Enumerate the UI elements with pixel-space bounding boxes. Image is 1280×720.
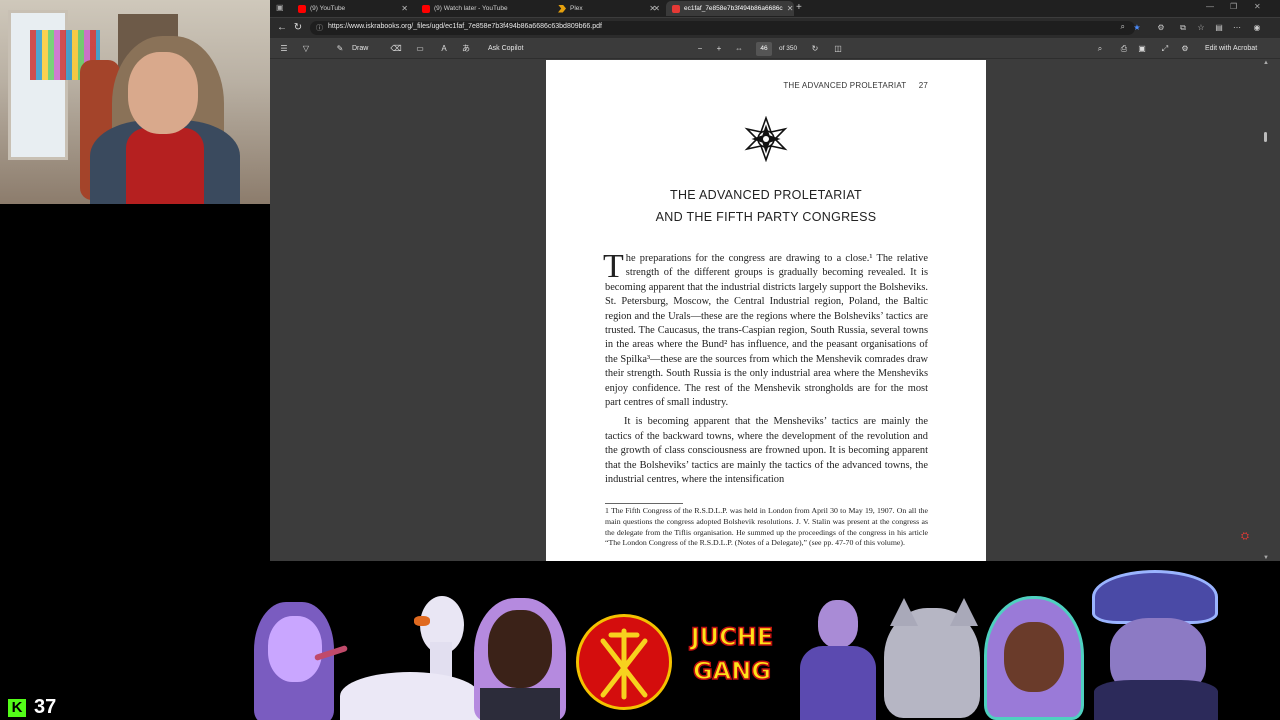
portrait-sticker bbox=[790, 596, 882, 720]
paragraph-text: he preparations for the congress are dra… bbox=[605, 253, 928, 409]
draw-button[interactable]: Draw bbox=[352, 43, 368, 55]
rotate-icon[interactable]: ↻ bbox=[809, 43, 821, 55]
pdf-viewer: THE ADVANCED PROLETARIAT 27 THE ADVANCED… bbox=[270, 60, 1280, 561]
hammer-sickle-brush-logo bbox=[576, 614, 672, 710]
zoom-icon[interactable]: ⌕ bbox=[1121, 22, 1125, 32]
close-window-icon[interactable]: ✕ bbox=[1254, 2, 1261, 11]
juche-gang-sticker: JUCHE GANG bbox=[682, 620, 782, 704]
tab-bar: ▣ (9) YouTube ✕ (9) Watch later - YouTub… bbox=[270, 0, 1280, 17]
translate-icon[interactable]: あ bbox=[460, 43, 472, 55]
title-line: THE ADVANCED PROLETARIAT bbox=[670, 188, 862, 202]
viewer-count: 37 bbox=[34, 696, 57, 718]
translate-icon[interactable]: ⧉ bbox=[1178, 23, 1188, 33]
url-text: https://www.iskrabooks.org/_files/ugd/ec… bbox=[328, 23, 602, 30]
zoom-out-button[interactable]: − bbox=[694, 43, 706, 55]
fullscreen-icon[interactable]: ⤢ bbox=[1159, 43, 1171, 55]
zoom-in-button[interactable]: + bbox=[713, 43, 725, 55]
tab-label: (9) YouTube bbox=[310, 5, 346, 12]
page-view-icon[interactable]: ◫ bbox=[832, 43, 844, 55]
copilot-icon[interactable]: ◉ bbox=[1252, 23, 1262, 33]
kick-logo-icon: K bbox=[8, 698, 26, 717]
draw-icon[interactable]: ✎ bbox=[334, 43, 346, 55]
new-tab-button[interactable]: + bbox=[796, 2, 802, 13]
tab-actions-icon[interactable]: ▣ bbox=[276, 3, 286, 13]
acrobat-icon[interactable]: ⛭ bbox=[1241, 531, 1253, 543]
portrait-sticker bbox=[1086, 568, 1226, 720]
paragraph: It is becoming apparent that the Menshev… bbox=[605, 416, 928, 486]
settings-icon[interactable]: ⚙ bbox=[1179, 43, 1191, 55]
eraser-icon[interactable]: ⌫ bbox=[390, 43, 402, 55]
drop-cap: T bbox=[603, 248, 624, 285]
youtube-icon bbox=[298, 4, 306, 13]
scroll-up-icon[interactable]: ▲ bbox=[1263, 60, 1269, 66]
collections-icon[interactable]: ▤ bbox=[1214, 23, 1224, 33]
search-icon[interactable]: ⌕ bbox=[1094, 43, 1106, 55]
read-aloud-icon[interactable]: A bbox=[438, 43, 450, 55]
extensions-icon[interactable]: ⚙ bbox=[1156, 23, 1166, 33]
pdf-page: THE ADVANCED PROLETARIAT 27 THE ADVANCED… bbox=[546, 60, 986, 561]
running-head: THE ADVANCED PROLETARIAT 27 bbox=[783, 81, 928, 90]
ask-copilot-button[interactable]: Ask Copilot bbox=[488, 43, 523, 55]
tab-plex[interactable]: Plex ✕ bbox=[552, 1, 666, 16]
close-icon[interactable]: ✕ bbox=[787, 4, 794, 13]
tab-pdf[interactable]: ec1faf_7e858e7b3f494b86a6686c ✕ bbox=[666, 1, 794, 16]
fit-page-icon[interactable]: ⇔ bbox=[733, 43, 745, 55]
address-bar[interactable]: ⓘ https://www.iskrabooks.org/_files/ugd/… bbox=[310, 21, 1135, 35]
pdf-icon bbox=[672, 4, 680, 13]
sticker-line: GANG bbox=[692, 656, 772, 686]
footnote-rule bbox=[605, 503, 683, 504]
save-icon[interactable]: ▣ bbox=[1136, 43, 1148, 55]
body-text: The preparations for the congress are dr… bbox=[603, 248, 928, 493]
browser-window: ▣ (9) YouTube ✕ (9) Watch later - YouTub… bbox=[270, 0, 1280, 561]
chapter-title: THE ADVANCED PROLETARIAT AND THE FIFTH P… bbox=[546, 184, 986, 228]
favorite-star-icon[interactable]: ★ bbox=[1132, 23, 1142, 33]
menu-icon[interactable]: ⋯ bbox=[1232, 23, 1242, 33]
pdf-toolbar: ☰ ▽ ✎ Draw ⌫ ▭ A あ Ask Copilot − + ⇔ 46 … bbox=[270, 39, 1280, 59]
star-ornament-icon bbox=[744, 116, 788, 162]
viewer-counter: K 37 bbox=[8, 696, 56, 719]
tab-youtube[interactable]: (9) YouTube ✕ bbox=[292, 1, 414, 16]
maximize-icon[interactable]: ❐ bbox=[1230, 2, 1237, 11]
tab-label: ec1faf_7e858e7b3f494b86a6686c bbox=[684, 5, 783, 12]
page-number: 27 bbox=[918, 81, 928, 90]
back-icon[interactable]: ← bbox=[276, 22, 288, 34]
webcam-person-shirt bbox=[126, 128, 204, 204]
page-number-input[interactable]: 46 bbox=[756, 42, 772, 56]
minimize-icon[interactable]: — bbox=[1206, 2, 1214, 11]
portrait-sticker bbox=[980, 594, 1090, 720]
title-line: AND THE FIFTH PARTY CONGRESS bbox=[655, 210, 877, 224]
webcam-person-face bbox=[128, 52, 198, 134]
scrollbar-thumb[interactable] bbox=[1264, 132, 1267, 142]
sticker-line: JUCHE bbox=[690, 622, 774, 652]
paragraph: The preparations for the congress are dr… bbox=[603, 248, 928, 410]
close-icon[interactable]: ✕ bbox=[653, 4, 660, 13]
hammer-sickle-brush-icon bbox=[600, 628, 648, 700]
webcam-feed bbox=[0, 0, 270, 204]
portrait-sticker bbox=[470, 596, 570, 720]
goose-sticker bbox=[330, 592, 490, 720]
cat-sticker bbox=[870, 598, 990, 720]
youtube-icon bbox=[422, 4, 430, 13]
plex-icon bbox=[558, 4, 566, 13]
close-icon[interactable]: ✕ bbox=[401, 4, 408, 13]
site-info-icon[interactable]: ⓘ bbox=[316, 23, 323, 33]
edit-with-acrobat-button[interactable]: Edit with Acrobat bbox=[1205, 43, 1257, 55]
reload-icon[interactable]: ↻ bbox=[292, 22, 304, 34]
highlight-icon[interactable]: ▽ bbox=[300, 43, 312, 55]
address-bar-row: ← ↻ ⓘ https://www.iskrabooks.org/_files/… bbox=[270, 18, 1280, 38]
tab-label: Plex bbox=[570, 5, 583, 12]
contents-icon[interactable]: ☰ bbox=[278, 43, 290, 55]
footnote: 1 The Fifth Congress of the R.S.D.L.P. w… bbox=[605, 506, 928, 548]
running-head-title: THE ADVANCED PROLETARIAT bbox=[783, 81, 907, 90]
page-count: of 350 bbox=[779, 45, 798, 52]
add-text-icon[interactable]: ▭ bbox=[414, 43, 426, 55]
print-icon[interactable]: ⎙ bbox=[1118, 43, 1130, 55]
tab-label: (9) Watch later - YouTube bbox=[434, 5, 508, 12]
favorites-icon[interactable]: ☆ bbox=[1196, 23, 1206, 33]
